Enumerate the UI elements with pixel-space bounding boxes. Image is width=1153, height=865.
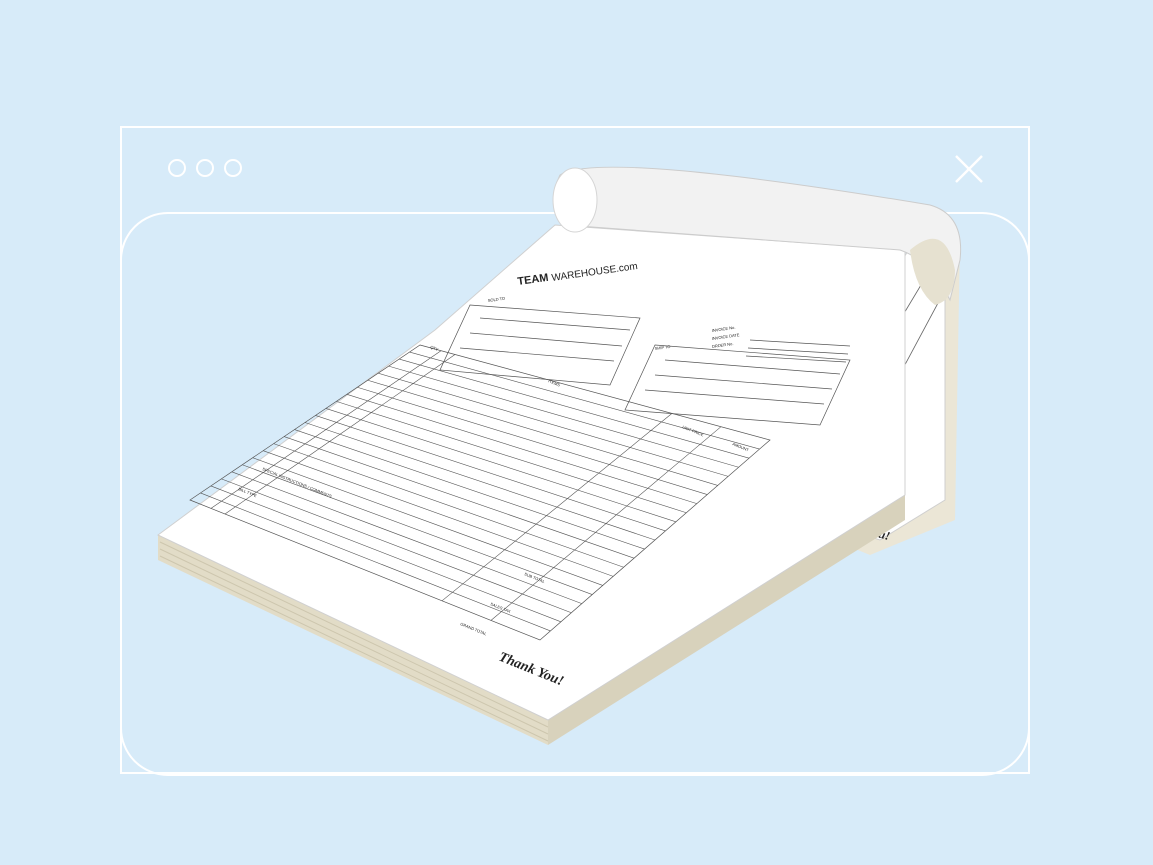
invoice-pad-illustration: Thank You! TEAM WAREHOUSE.com SOLD TO IN… <box>157 166 962 745</box>
